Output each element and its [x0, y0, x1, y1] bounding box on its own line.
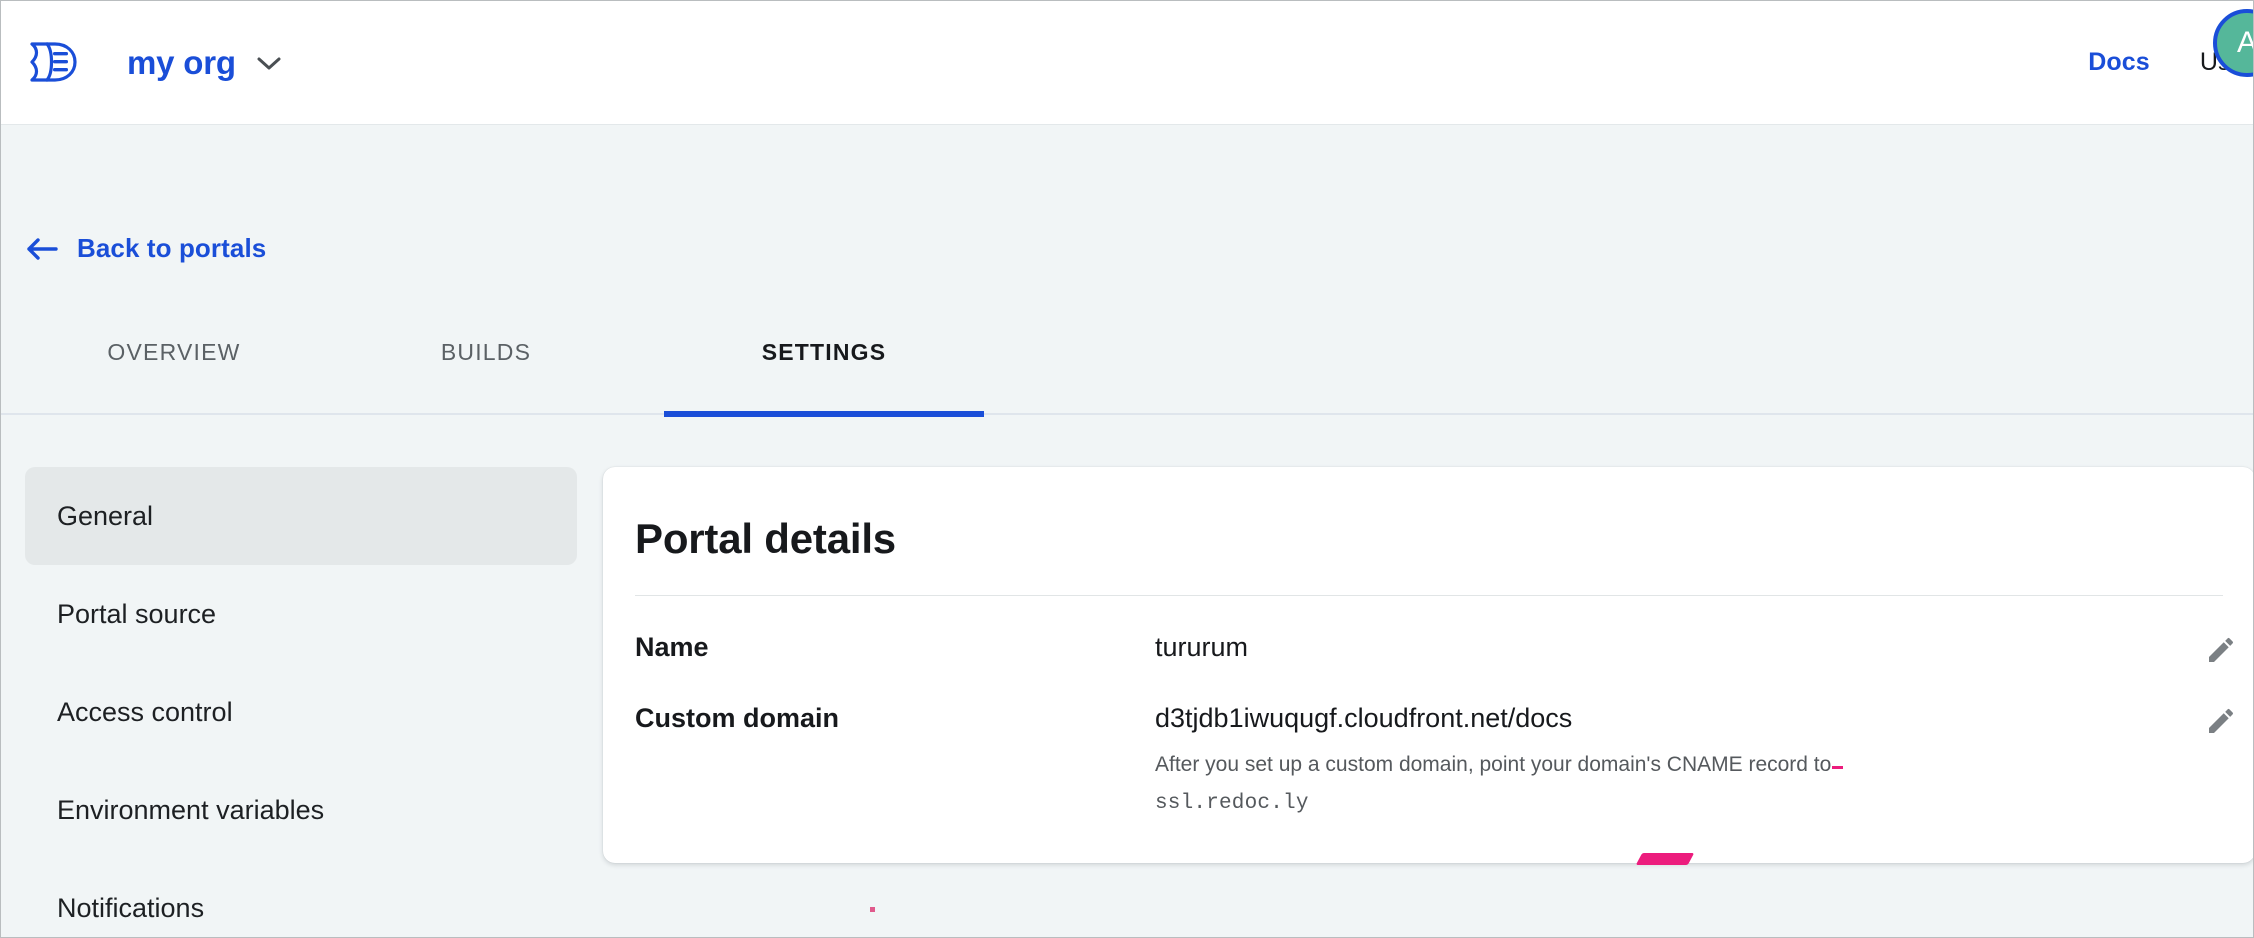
sidebar-item-environment-variables[interactable]: Environment variables — [25, 761, 577, 859]
page-title: Portal details — [635, 515, 896, 562]
sidebar-item-label: Access control — [57, 696, 233, 727]
detail-label-name: Name — [635, 632, 709, 662]
pencil-icon[interactable] — [2205, 705, 2237, 737]
pink-underscore-artifact — [1832, 766, 1844, 769]
tab-settings-label: SETTINGS — [761, 339, 887, 365]
detail-value-custom-domain: d3tjdb1iwuqugf.cloudfront.net/docs — [1155, 703, 1573, 733]
tab-overview[interactable]: OVERVIEW — [29, 331, 319, 415]
active-tab-indicator — [664, 411, 984, 417]
tab-settings[interactable]: SETTINGS — [664, 331, 984, 417]
cname-target-value: ssl.redoc.ly — [1155, 792, 1309, 816]
portal-details-card: Portal details Name tururum Custom domai… — [603, 467, 2253, 863]
portal-tabs: OVERVIEW BUILDS SETTINGS — [1, 331, 2253, 417]
back-to-portals-link[interactable]: Back to portals — [25, 233, 266, 264]
sidebar-item-general[interactable]: General — [25, 467, 577, 565]
sidebar-item-portal-source[interactable]: Portal source — [25, 565, 577, 663]
sidebar-item-notifications[interactable]: Notifications — [25, 859, 577, 937]
redocly-book-logo[interactable] — [25, 35, 81, 91]
custom-domain-hint-text: After you set up a custom domain, point … — [1155, 753, 1832, 776]
arrow-left-icon — [27, 237, 58, 260]
table-row: Custom domain d3tjdb1iwuqugf.cloudfront.… — [603, 703, 2253, 816]
pink-dot-artifact — [870, 907, 875, 912]
tab-overview-label: OVERVIEW — [107, 339, 241, 365]
sidebar-item-access-control[interactable]: Access control — [25, 663, 577, 761]
back-link-label: Back to portals — [77, 233, 267, 263]
pink-highlight-artifact — [1635, 853, 1695, 865]
detail-label-custom-domain: Custom domain — [635, 703, 840, 733]
detail-value-name: tururum — [1155, 632, 1249, 662]
avatar-initial: A — [2237, 26, 2253, 60]
org-switcher[interactable]: my org — [127, 46, 282, 79]
tab-builds[interactable]: BUILDS — [371, 331, 601, 415]
portal-settings-page: my org Docs User A Back to portals OVERV… — [0, 0, 2254, 938]
pencil-icon[interactable] — [2205, 634, 2237, 666]
org-name-label: my org — [127, 44, 236, 81]
sidebar-item-label: Notifications — [57, 892, 205, 923]
chevron-down-icon — [257, 57, 281, 69]
custom-domain-hint: After you set up a custom domain, point … — [1155, 752, 2223, 778]
sidebar-item-label: General — [57, 500, 154, 531]
tab-builds-label: BUILDS — [440, 339, 532, 365]
sidebar-item-label: Portal source — [57, 598, 217, 629]
sidebar-item-label: Environment variables — [57, 794, 325, 825]
docs-link[interactable]: Docs — [2088, 48, 2150, 77]
table-row: Name tururum — [603, 632, 2253, 666]
card-divider — [635, 595, 2223, 596]
top-header-bar: my org Docs User — [1, 1, 2253, 125]
settings-sidebar: General Portal source Access control Env… — [25, 467, 577, 937]
